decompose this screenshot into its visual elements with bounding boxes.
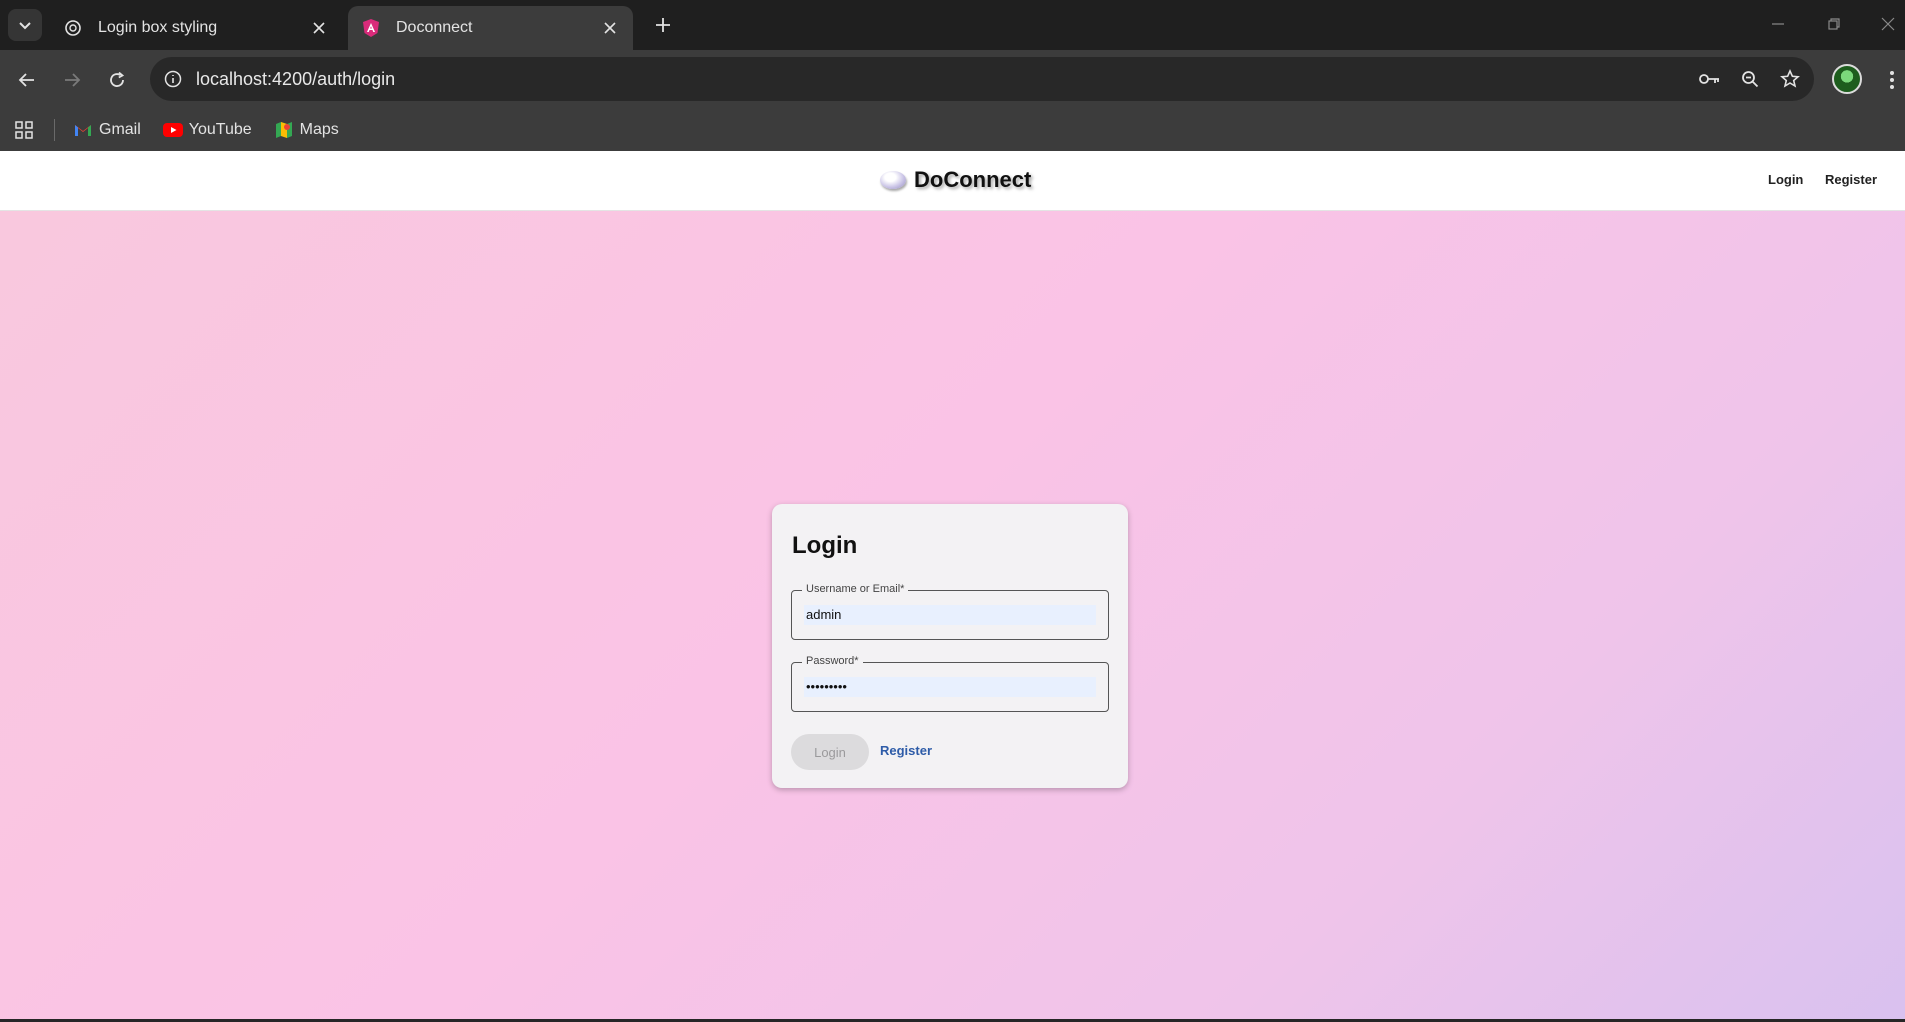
nav-register-link[interactable]: Register [1825,172,1877,187]
restore-button[interactable] [1816,10,1852,38]
tab-title: Doconnect [396,19,473,36]
zoom-icon[interactable] [1734,63,1766,95]
reload-icon [110,71,125,87]
url-text: localhost:4200/auth/login [196,68,396,89]
close-icon [1881,17,1895,31]
minimize-icon [1772,23,1784,25]
address-bar[interactable]: localhost:4200/auth/login [150,57,1814,101]
bookmark-maps[interactable]: Maps [274,120,339,140]
arrow-left-icon [18,73,34,87]
web-page: DoConnect Login Register Login Username … [0,151,1905,1022]
plus-icon [656,18,670,32]
login-card: Login Username or Email* admin Password*… [772,504,1128,788]
profile-avatar[interactable] [1832,64,1862,94]
bookmarks-bar: Gmail YouTube Maps [0,109,1905,151]
bookmark-label: Gmail [99,121,141,138]
username-label: Username or Email* [802,583,909,595]
bookmark-gmail[interactable]: Gmail [73,120,141,140]
apps-grid-icon[interactable] [12,118,36,142]
gmail-icon [73,120,93,140]
bookmark-label: Maps [299,121,339,138]
tab-doconnect[interactable]: Doconnect [348,6,633,50]
arrow-right-icon [65,73,81,87]
openai-icon [62,17,84,39]
bookmark-separator [54,119,55,141]
chevron-down-icon [19,22,31,30]
password-label: Password* [802,655,863,667]
browser-toolbar: localhost:4200/auth/login [0,50,1905,109]
password-key-icon[interactable] [1694,63,1726,95]
maps-icon [274,120,294,140]
password-input[interactable]: ••••••••• [804,677,1096,697]
username-field[interactable]: Username or Email* admin [791,583,1109,640]
close-icon[interactable] [306,15,332,41]
page-content: Login Username or Email* admin Password*… [0,211,1905,1021]
browser-menu-button[interactable] [1880,64,1904,96]
app-header: DoConnect Login Register [0,151,1905,211]
new-tab-button[interactable] [650,12,676,38]
register-link[interactable]: Register [880,743,932,758]
restore-icon [1828,18,1840,30]
angular-icon [360,17,382,39]
tab-strip: Login box styling Doconnect [0,0,1905,50]
forward-button[interactable] [56,64,88,96]
close-icon[interactable] [597,15,623,41]
tab-login-box-styling[interactable]: Login box styling [50,6,342,50]
tab-search-button[interactable] [8,9,42,41]
bookmark-label: YouTube [188,121,252,138]
password-field[interactable]: Password* ••••••••• [791,655,1109,712]
youtube-icon [162,120,183,140]
brand-name: DoConnect [914,167,1032,192]
bookmark-star-icon[interactable] [1774,63,1806,95]
nav-login-link[interactable]: Login [1768,172,1803,187]
tab-title: Login box styling [98,19,218,36]
reload-button[interactable] [101,64,133,96]
login-button[interactable]: Login [791,734,869,770]
close-window-button[interactable] [1870,10,1905,38]
more-vert-icon [1890,71,1894,89]
bookmark-youtube[interactable]: YouTube [162,120,252,140]
logo-icon [880,171,906,189]
login-title: Login [792,532,858,559]
brand[interactable]: DoConnect [880,167,1031,193]
minimize-button[interactable] [1760,10,1796,38]
site-info-icon[interactable] [160,66,186,92]
back-button[interactable] [11,64,43,96]
username-input[interactable]: admin [804,605,1096,625]
